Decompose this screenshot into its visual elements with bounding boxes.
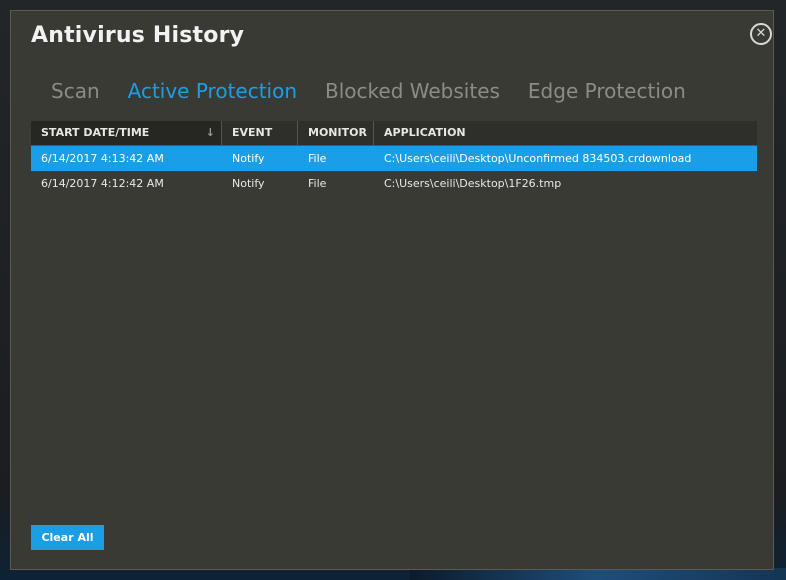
sort-descending-icon: ↓	[205, 126, 215, 139]
tab-scan[interactable]: Scan	[51, 79, 100, 103]
tab-bar: Scan Active Protection Blocked Websites Edg…	[51, 79, 714, 109]
tab-edge-protection[interactable]: Edge Protection	[528, 79, 686, 103]
cell-monitor: File	[308, 152, 327, 165]
column-header-monitor[interactable]: MONITOR	[298, 121, 374, 145]
tab-blocked-websites[interactable]: Blocked Websites	[325, 79, 500, 103]
dialog-title: Antivirus History	[31, 23, 245, 48]
table-header: START DATE/TIME ↓ EVENT MONITOR APPLICAT…	[31, 121, 757, 146]
clear-all-button[interactable]: Clear All	[31, 525, 104, 550]
close-icon: ✕	[755, 26, 767, 41]
column-header-start-date-time[interactable]: START DATE/TIME ↓	[31, 121, 222, 145]
cell-start-date-time: 6/14/2017 4:13:42 AM	[41, 152, 164, 165]
cell-application: C:\Users\ceili\Desktop\Unconfirmed 83450…	[384, 152, 692, 165]
history-table: START DATE/TIME ↓ EVENT MONITOR APPLICAT…	[31, 121, 757, 521]
close-button[interactable]: ✕	[750, 23, 772, 45]
column-header-event[interactable]: EVENT	[222, 121, 298, 145]
cell-monitor: File	[308, 177, 327, 190]
table-row[interactable]: 6/14/2017 4:12:42 AM Notify File C:\User…	[31, 171, 757, 196]
cell-event: Notify	[232, 177, 265, 190]
table-row[interactable]: 6/14/2017 4:13:42 AM Notify File C:\User…	[31, 146, 757, 171]
cell-application: C:\Users\ceili\Desktop\1F26.tmp	[384, 177, 562, 190]
tab-active-protection[interactable]: Active Protection	[128, 79, 297, 103]
cell-event: Notify	[232, 152, 265, 165]
cell-start-date-time: 6/14/2017 4:12:42 AM	[41, 177, 164, 190]
antivirus-history-dialog: Antivirus History ✕ Scan Active Protectio…	[10, 10, 774, 570]
column-header-application[interactable]: APPLICATION	[374, 121, 757, 145]
